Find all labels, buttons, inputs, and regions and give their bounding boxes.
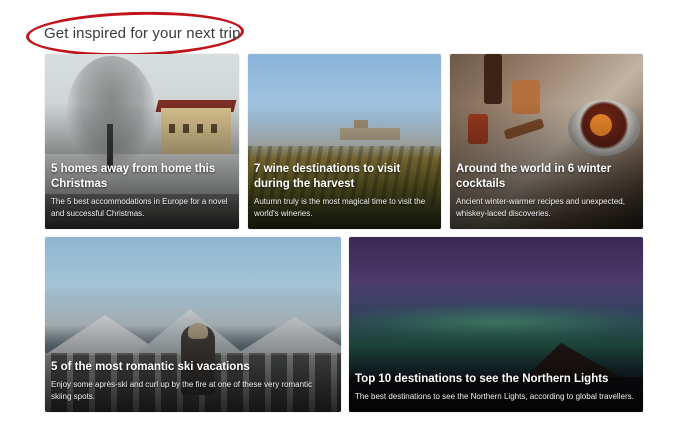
card-description: The 5 best accommodations in Europe for … — [51, 197, 228, 218]
card-title: 5 homes away from home this Christmas — [51, 163, 216, 190]
inspiration-card-ski-vacations[interactable]: 5 of the most romantic ski vacations Enj… — [45, 237, 341, 412]
card-description: The best destinations to see the Norther… — [355, 392, 634, 401]
card-title: Top 10 destinations to see the Northern … — [355, 373, 609, 385]
card-description: Autumn truly is the most magical time to… — [254, 197, 426, 218]
inspiration-card-wine-destinations[interactable]: 7 wine destinations to visit during the … — [248, 54, 441, 229]
card-description: Enjoy some après-ski and curl up by the … — [51, 380, 313, 401]
inspiration-card-christmas-homes[interactable]: 5 homes away from home this Christmas Th… — [45, 54, 239, 229]
card-description: Ancient winter-warmer recipes and unexpe… — [456, 197, 625, 218]
card-title: 5 of the most romantic ski vacations — [51, 361, 250, 373]
section-title: Get inspired for your next trip — [44, 25, 241, 42]
inspiration-card-northern-lights[interactable]: Top 10 destinations to see the Northern … — [349, 237, 643, 412]
card-title: Around the world in 6 winter cocktails — [456, 163, 612, 190]
card-title: 7 wine destinations to visit during the … — [254, 163, 401, 190]
inspiration-card-winter-cocktails[interactable]: Around the world in 6 winter cocktails A… — [450, 54, 643, 229]
section-heading: Get inspired for your next trip — [25, 9, 246, 59]
